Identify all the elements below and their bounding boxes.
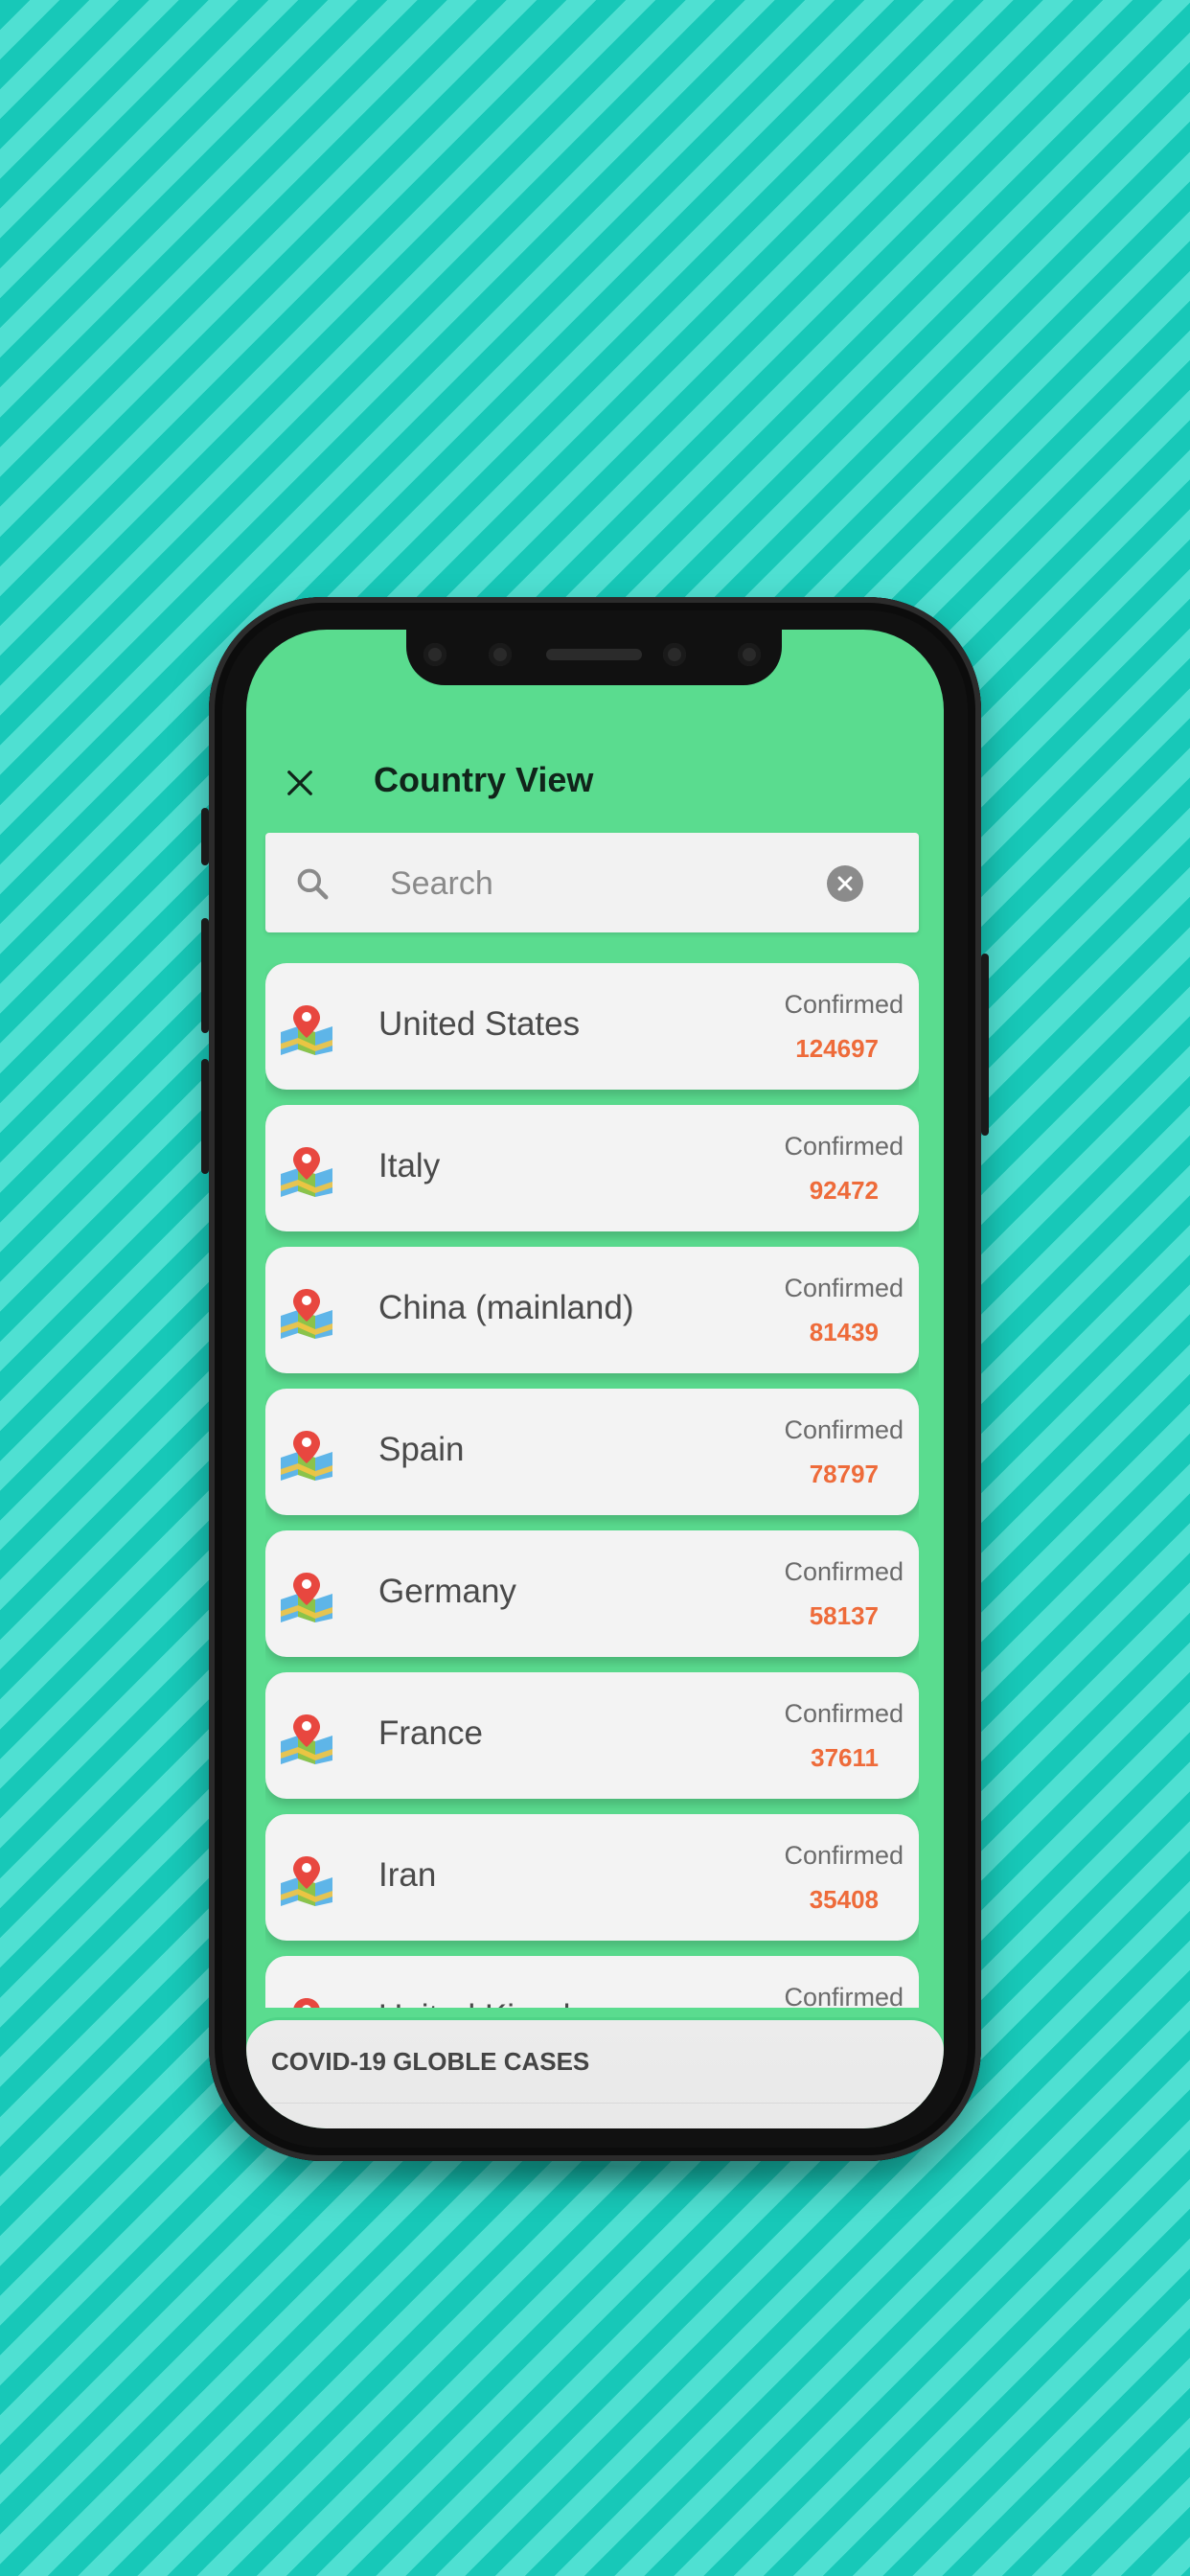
country-name: United Kingdom	[378, 1998, 617, 2008]
confirmed-label: Confirmed	[784, 990, 904, 1019]
confirmed-count: 78797	[809, 1460, 879, 1488]
page-title: Country View	[374, 760, 594, 799]
country-name: Spain	[378, 1431, 465, 1468]
map-pin-icon	[293, 1998, 320, 2008]
map-pin-icon	[281, 1714, 332, 1764]
map-pin-icon	[281, 1147, 332, 1197]
sensor-dot	[663, 643, 686, 666]
confirmed-count: 37611	[811, 1743, 879, 1772]
close-icon	[287, 770, 312, 795]
country-card-france[interactable]: France Confirmed 37611	[265, 1672, 919, 1799]
volume-up-button	[201, 918, 209, 1033]
confirmed-label: Confirmed	[784, 1415, 904, 1444]
country-name: Italy	[378, 1147, 441, 1184]
confirmed-count: 92472	[809, 1176, 879, 1205]
map-pin-icon	[281, 1289, 332, 1339]
confirmed-label: Confirmed	[784, 1274, 904, 1302]
clear-icon	[837, 876, 853, 891]
country-card-italy[interactable]: Italy Confirmed 92472	[265, 1105, 919, 1231]
confirmed-label: Confirmed	[784, 1557, 904, 1586]
sensor-dot	[738, 643, 761, 666]
country-name: Iran	[378, 1856, 437, 1894]
confirmed-count: 35408	[809, 1885, 879, 1914]
country-card-china[interactable]: China (mainland) Confirmed 81439	[265, 1247, 919, 1373]
notch	[406, 630, 782, 685]
country-name: France	[378, 1714, 483, 1752]
country-card-iran[interactable]: Iran Confirmed 35408	[265, 1814, 919, 1941]
clear-search-button[interactable]	[827, 865, 863, 902]
confirmed-label: Confirmed	[784, 1983, 904, 2008]
confirmed-count: 81439	[809, 1318, 879, 1346]
confirmed-label: Confirmed	[784, 1841, 904, 1870]
power-button	[981, 954, 989, 1136]
country-card-united-states[interactable]: United States Confirmed 124697	[265, 963, 919, 1090]
map-pin-icon	[281, 1573, 332, 1622]
country-card-spain[interactable]: Spain Confirmed 78797	[265, 1389, 919, 1515]
phone-frame: Country View Search United States Confir…	[201, 597, 989, 2161]
map-pin-icon	[281, 1856, 332, 1906]
map-pin-icon	[281, 1005, 332, 1055]
search-bar[interactable]	[265, 833, 919, 932]
divider	[271, 2103, 919, 2104]
country-name: United States	[378, 1005, 581, 1043]
earpiece-speaker	[546, 649, 642, 660]
map-pin-icon	[281, 1431, 332, 1481]
search-icon	[297, 868, 329, 900]
close-button[interactable]	[271, 754, 329, 812]
app-screen: Country View Search United States Confir…	[246, 630, 944, 2128]
country-name: China (mainland)	[378, 1289, 634, 1326]
confirmed-label: Confirmed	[784, 1132, 904, 1161]
country-card-united-kingdom[interactable]: United Kingdom Confirmed	[265, 1956, 919, 2008]
app-bar: Country View	[246, 745, 944, 821]
bottom-sheet-title: COVID-19 GLOBLE CASES	[271, 2047, 590, 2076]
country-card-germany[interactable]: Germany Confirmed 58137	[265, 1530, 919, 1657]
bottom-sheet[interactable]: COVID-19 GLOBLE CASES	[246, 2017, 944, 2128]
volume-down-button	[201, 1059, 209, 1174]
confirmed-count: 124697	[795, 1034, 879, 1063]
country-list: United States Confirmed 124697 Italy Con…	[265, 963, 919, 2008]
country-name: Germany	[378, 1573, 516, 1610]
front-camera	[489, 643, 512, 666]
mute-switch	[201, 808, 209, 865]
confirmed-label: Confirmed	[784, 1699, 904, 1728]
search-input[interactable]	[388, 852, 775, 915]
sensor-dot	[423, 643, 446, 666]
confirmed-count: 58137	[809, 1601, 879, 1630]
